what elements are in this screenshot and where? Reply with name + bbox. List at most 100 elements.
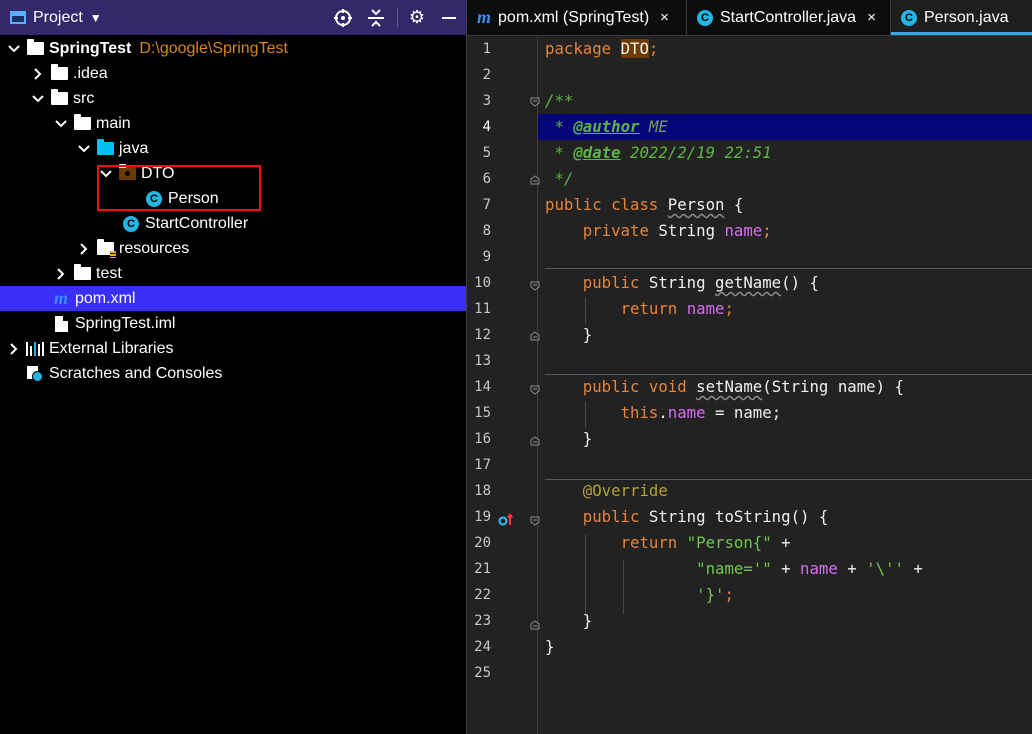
code-line-7: public class Person { [545,195,744,214]
chevron-right-icon[interactable] [8,336,20,361]
class-icon: C [122,215,140,232]
class-icon: C [697,9,713,26]
settings-button[interactable]: ⚙ [406,0,428,35]
tab-person-java[interactable]: C Person.java [891,0,1032,35]
tree-item-label: Person [168,189,219,207]
tree-item-pom-xml[interactable]: m pom.xml [0,286,466,311]
code-editor: m pom.xml (SpringTest) × C StartControll… [467,0,1032,734]
override-marker-icon[interactable] [498,512,514,528]
tree-item-external-libraries[interactable]: External Libraries [0,336,466,361]
fold-marker-icon[interactable] [530,436,540,446]
fold-marker-icon[interactable] [530,331,540,341]
chevron-down-icon[interactable] [32,86,44,111]
tree-item-dto[interactable]: DTO [0,161,466,186]
line-number: 5 [482,145,491,161]
code-line-15: this.name = name; [620,403,782,422]
project-path: D:\google\SpringTest [139,39,288,57]
tree-item-label: src [73,89,95,107]
resources-folder-icon [96,239,116,258]
project-pane-header: Project ▼ ⚙ [0,0,466,35]
tree-item-label: DTO [141,164,175,182]
fold-marker-icon[interactable] [530,385,540,395]
hide-pane-button[interactable] [438,0,460,35]
tree-item-idea[interactable]: .idea [0,61,466,86]
chevron-down-icon[interactable] [100,161,112,186]
line-number: 12 [474,327,491,343]
tree-item-label: java [119,139,149,157]
tree-item-label: main [96,114,131,132]
line-number: 4 [482,119,491,135]
chevron-down-icon[interactable] [8,36,20,61]
tree-item-label: Scratches and Consoles [49,364,223,382]
code-line-3: /** [545,91,574,110]
source-folder-icon [96,139,114,157]
folder-icon [50,64,68,82]
tree-item-startcontroller[interactable]: C StartController [0,211,466,236]
project-pane-title: Project [33,8,83,26]
tree-item-springtest-iml[interactable]: SpringTest.iml [0,311,466,336]
code-line-20: return "Person{" + [620,533,791,552]
fold-marker-icon[interactable] [530,620,540,630]
project-view-selector[interactable]: Project ▼ [10,0,102,35]
iml-file-icon [52,315,70,332]
fold-marker-icon[interactable] [530,97,540,107]
tab-startcontroller[interactable]: C StartController.java × [687,0,891,35]
fold-marker-icon[interactable] [530,516,540,526]
code-line-8: private String name; [582,221,772,240]
code-line-1: package DTO; [545,39,659,58]
tree-item-java[interactable]: java [0,136,466,161]
line-number: 11 [474,301,491,317]
code-line-14: public void setName(String name) { [582,377,904,396]
maven-icon: m [53,288,68,308]
folder-icon [50,89,68,107]
editor-tabs: m pom.xml (SpringTest) × C StartControll… [467,0,1032,36]
tree-item-springtest[interactable]: SpringTest D:\google\SpringTest [0,36,466,61]
chevron-right-icon[interactable] [32,61,44,86]
tree-item-src[interactable]: src [0,86,466,111]
tree-item-person[interactable]: C Person [0,186,466,211]
tab-pom-xml[interactable]: m pom.xml (SpringTest) × [467,0,687,35]
code-line-24: } [545,637,555,656]
collapse-icon [368,8,384,27]
fold-marker-icon[interactable] [530,281,540,291]
chevron-right-icon[interactable] [55,261,67,286]
line-number: 18 [474,483,491,499]
ide-window: Project ▼ ⚙ SpringTest D:\google\SpringT… [0,0,1032,734]
code-line-21: "name='" + name + '\'' + [696,559,923,578]
chevron-right-icon[interactable] [78,236,90,261]
crosshair-icon [334,8,352,27]
close-icon[interactable]: × [867,9,876,26]
class-icon: C [145,190,163,207]
code-line-12: } [582,325,593,344]
libraries-icon [26,341,44,357]
code-line-6: */ [545,169,574,188]
tree-item-main[interactable]: main [0,111,466,136]
tree-item-scratches[interactable]: Scratches and Consoles [0,361,466,386]
line-number: 24 [474,639,491,655]
tree-item-label: SpringTest [49,39,132,57]
line-number: 20 [474,535,491,551]
line-number-gutter[interactable]: 1 2 3 4 5 6 7 8 9 10 11 12 13 14 15 16 17 18 19 20 21 22 23 24 2… [467,36,537,734]
tree-item-resources[interactable]: resources [0,236,466,261]
fold-marker-icon[interactable] [530,175,540,185]
close-icon[interactable]: × [660,9,669,26]
code-area[interactable]: package DTO; /** * @author ME * @date 20… [545,36,923,656]
code-line-23: } [582,611,593,630]
project-pane: Project ▼ ⚙ SpringTest D:\google\SpringT… [0,0,466,734]
tree-item-label: External Libraries [49,339,174,357]
tree-item-test[interactable]: test [0,261,466,286]
chevron-down-icon: ▼ [89,10,102,25]
code-line-18: @Override [582,481,668,500]
code-line-10: public String getName() { [582,273,819,292]
line-number: 21 [474,561,491,577]
line-number: 3 [482,93,491,109]
collapse-all-button[interactable] [365,0,387,35]
chevron-down-icon[interactable] [55,111,67,136]
project-panel-icon [10,11,26,24]
tree-item-label: pom.xml [75,289,136,307]
chevron-down-icon[interactable] [78,136,90,161]
locate-file-button[interactable] [332,0,354,35]
line-number: 19 [474,509,491,525]
tree-item-label: .idea [73,64,108,82]
class-icon: C [901,9,917,26]
